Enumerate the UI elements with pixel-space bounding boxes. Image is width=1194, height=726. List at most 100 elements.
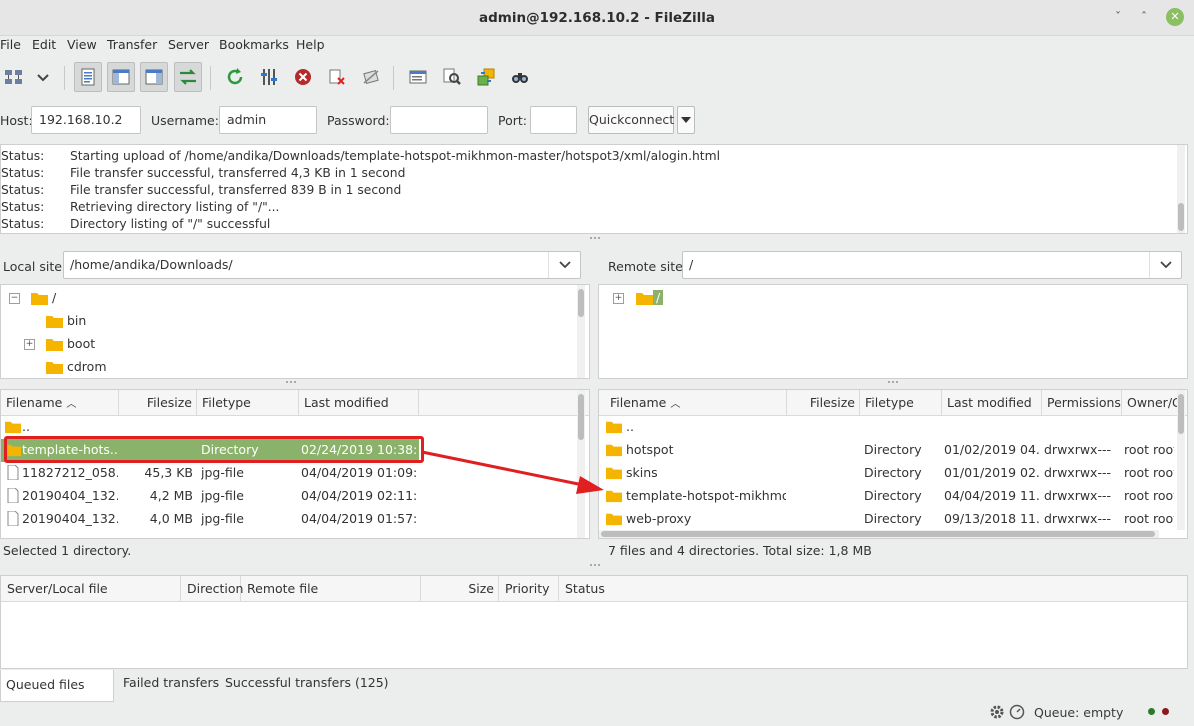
remote-file-list[interactable]: Filename ︿ Filesize Filetype Last modifi… bbox=[598, 389, 1188, 539]
site-manager-dropdown-icon[interactable] bbox=[30, 62, 56, 92]
column-filename[interactable]: Filename ︿ bbox=[1, 390, 119, 416]
scrollbar-thumb[interactable] bbox=[578, 289, 584, 317]
column-last-modified[interactable]: Last modified bbox=[942, 390, 1042, 416]
collapse-icon[interactable]: − bbox=[9, 293, 20, 304]
column-filetype[interactable]: Filetype bbox=[197, 390, 299, 416]
sync-browse-icon[interactable] bbox=[472, 62, 500, 92]
tree-item-label: / bbox=[653, 290, 664, 305]
disconnect-icon[interactable] bbox=[323, 62, 351, 92]
table-row[interactable]: .. bbox=[599, 416, 1174, 439]
table-row[interactable]: skins Directory 01/01/2019 02... drwxrwx… bbox=[599, 462, 1174, 485]
quickconnect-button[interactable]: Quickconnect bbox=[588, 106, 674, 134]
minimize-button[interactable]: ˇ bbox=[1110, 9, 1126, 25]
column-owner-group[interactable]: Owner/G bbox=[1122, 390, 1182, 416]
filter-icon[interactable] bbox=[404, 62, 432, 92]
compare-icon[interactable] bbox=[438, 62, 466, 92]
tree-item-root[interactable]: − / bbox=[1, 288, 571, 311]
toolbar bbox=[0, 58, 1194, 98]
tab-failed-transfers[interactable]: Failed transfers bbox=[123, 670, 219, 700]
speed-limit-icon[interactable] bbox=[1009, 704, 1025, 720]
table-row[interactable]: template-hotspot-mikhmo... Directory 04/… bbox=[599, 485, 1174, 508]
tree-item-boot[interactable]: + boot bbox=[1, 334, 571, 357]
menu-server[interactable]: Server bbox=[168, 36, 209, 58]
remote-site-combo[interactable]: / bbox=[682, 251, 1182, 279]
settings-gear-icon[interactable] bbox=[989, 704, 1005, 720]
menu-transfer[interactable]: Transfer bbox=[107, 36, 157, 58]
host-label: Host: bbox=[0, 113, 33, 128]
file-modified: 04/04/2019 01:57:... bbox=[301, 511, 417, 526]
remote-list-scrollbar[interactable] bbox=[1177, 390, 1185, 530]
splitter-handle[interactable] bbox=[286, 381, 296, 384]
table-row[interactable]: 20190404_132... 4,0 MB jpg-file 04/04/20… bbox=[1, 508, 576, 531]
local-site-combo[interactable]: /home/andika/Downloads/ bbox=[63, 251, 581, 279]
site-manager-icon[interactable] bbox=[0, 62, 28, 92]
scrollbar-thumb[interactable] bbox=[1178, 394, 1184, 434]
tree-item-cdrom[interactable]: cdrom bbox=[1, 357, 571, 378]
close-button[interactable]: ✕ bbox=[1166, 8, 1184, 26]
tree-item-root[interactable]: + / bbox=[599, 288, 1169, 311]
file-modified: 04/04/2019 11... bbox=[944, 488, 1040, 503]
chevron-down-icon[interactable] bbox=[548, 252, 580, 278]
menu-help[interactable]: Help bbox=[296, 36, 325, 58]
expand-icon[interactable]: + bbox=[613, 293, 624, 304]
quickconnect-dropdown-button[interactable] bbox=[677, 106, 695, 134]
toggle-queue-icon[interactable] bbox=[174, 62, 202, 92]
message-log[interactable]: Status: Starting upload of /home/andika/D… bbox=[0, 144, 1188, 234]
transfer-queue[interactable]: Server/Local file Direction Remote file … bbox=[0, 575, 1188, 669]
log-key: Status: bbox=[1, 200, 45, 214]
local-tree[interactable]: − / bin + boot cdrom bbox=[0, 284, 590, 379]
process-queue-icon[interactable] bbox=[255, 62, 283, 92]
toggle-log-icon[interactable] bbox=[74, 62, 102, 92]
expand-icon[interactable]: + bbox=[24, 339, 35, 350]
tab-queued-files[interactable]: Queued files bbox=[0, 670, 114, 702]
column-permissions[interactable]: Permissions bbox=[1042, 390, 1122, 416]
reconnect-icon[interactable] bbox=[357, 62, 385, 92]
maximize-button[interactable]: ˆ bbox=[1136, 9, 1152, 25]
toolbar-separator bbox=[64, 66, 65, 90]
column-filetype[interactable]: Filetype bbox=[860, 390, 942, 416]
refresh-icon[interactable] bbox=[221, 62, 249, 92]
column-filename[interactable]: Filename ︿ bbox=[605, 390, 787, 416]
toggle-local-tree-icon[interactable] bbox=[107, 62, 135, 92]
log-key: Status: bbox=[1, 217, 45, 231]
remote-list-hscrollbar[interactable] bbox=[599, 530, 1159, 538]
search-icon[interactable] bbox=[506, 62, 534, 92]
column-server-local-file[interactable]: Server/Local file bbox=[1, 576, 181, 602]
splitter-handle[interactable] bbox=[888, 381, 898, 384]
scrollbar-thumb[interactable] bbox=[578, 394, 584, 440]
download-led-icon bbox=[1162, 708, 1169, 715]
tree-item-bin[interactable]: bin bbox=[1, 311, 571, 334]
table-row[interactable]: web-proxy Directory 09/13/2018 11... drw… bbox=[599, 508, 1174, 531]
table-row[interactable]: hotspot Directory 01/02/2019 04... drwxr… bbox=[599, 439, 1174, 462]
menu-view[interactable]: View bbox=[67, 36, 97, 58]
scrollbar-thumb[interactable] bbox=[601, 531, 1155, 537]
menu-bookmarks[interactable]: Bookmarks bbox=[219, 36, 289, 58]
splitter-handle[interactable] bbox=[590, 564, 600, 567]
local-tree-scrollbar[interactable] bbox=[577, 285, 585, 378]
folder-icon bbox=[606, 513, 622, 526]
column-filesize[interactable]: Filesize bbox=[119, 390, 197, 416]
column-size[interactable]: Size bbox=[421, 576, 499, 602]
port-input[interactable] bbox=[530, 106, 577, 134]
password-input[interactable] bbox=[390, 106, 488, 134]
column-last-modified[interactable]: Last modified bbox=[299, 390, 419, 416]
column-remote-file[interactable]: Remote file bbox=[241, 576, 421, 602]
menu-file[interactable]: File bbox=[0, 36, 21, 58]
tab-successful-transfers[interactable]: Successful transfers (125) bbox=[225, 670, 389, 700]
username-input[interactable]: admin bbox=[219, 106, 317, 134]
host-input[interactable]: 192.168.10.2 bbox=[31, 106, 141, 134]
menu-edit[interactable]: Edit bbox=[32, 36, 56, 58]
column-direction[interactable]: Direction bbox=[181, 576, 243, 602]
folder-icon bbox=[46, 316, 63, 328]
remote-tree[interactable]: + / bbox=[598, 284, 1188, 379]
cancel-icon[interactable] bbox=[289, 62, 317, 92]
log-scrollbar-thumb[interactable] bbox=[1178, 203, 1184, 231]
column-status[interactable]: Status bbox=[559, 576, 759, 602]
splitter-handle[interactable] bbox=[590, 237, 600, 240]
toggle-remote-tree-icon[interactable] bbox=[140, 62, 168, 92]
caret-down-icon bbox=[681, 117, 691, 123]
column-filesize[interactable]: Filesize bbox=[787, 390, 860, 416]
log-scrollbar[interactable] bbox=[1177, 145, 1185, 233]
chevron-down-icon[interactable] bbox=[1149, 252, 1181, 278]
column-priority[interactable]: Priority bbox=[499, 576, 559, 602]
